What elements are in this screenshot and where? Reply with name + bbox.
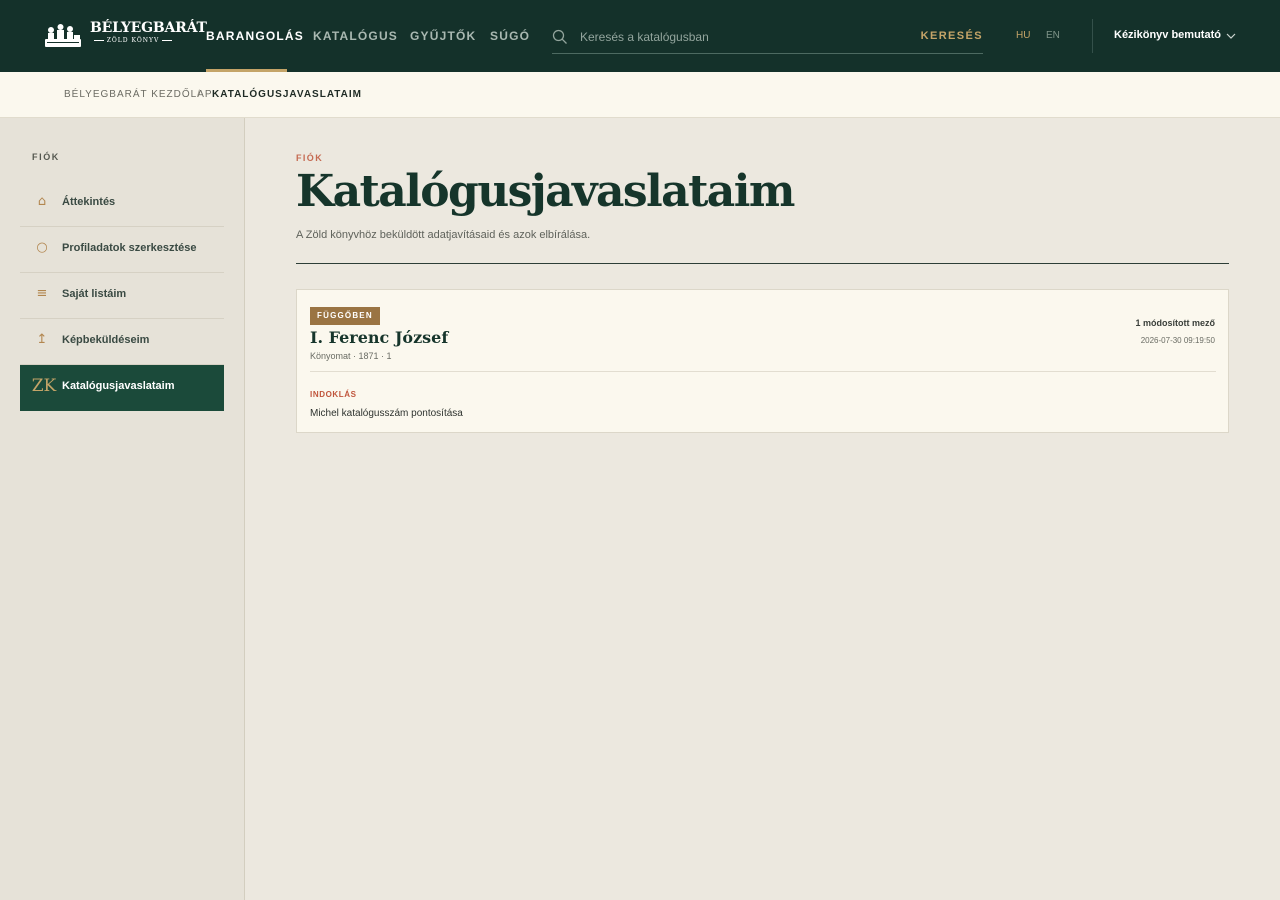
search-icon	[552, 29, 567, 44]
circle-icon: ○	[36, 240, 48, 255]
list-icon: ≡	[36, 286, 48, 301]
sidebar-item-image-submissions[interactable]: ↥ Képbeküldéseim	[20, 319, 224, 365]
site-logo[interactable]: BÉLYEGBARÁT ZÖLD KÖNYV	[44, 18, 207, 52]
changed-fields-count: 1 módosított mező	[1135, 318, 1215, 328]
sidebar-item-label: Áttekintés	[62, 196, 116, 208]
suggestion-meta: Könyomat · 1871 · 1	[310, 351, 392, 361]
breadcrumb: BÉLYEGBARÁT KEZDŐLAP / KATALÓGUSJAVASLAT…	[0, 72, 1280, 118]
sidebar-item-label: Profiladatok szerkesztése	[62, 242, 197, 254]
language-en[interactable]: EN	[1046, 30, 1060, 41]
stamp-collectors-logo-icon	[45, 24, 81, 47]
suggestion-timestamp: 2026-07-30 09:19:50	[1140, 336, 1215, 345]
search-button[interactable]: KERESÉS	[921, 30, 983, 42]
sidebar-item-profile[interactable]: ○ Profiladatok szerkesztése	[20, 227, 224, 273]
sidebar-item-label: Saját listáim	[62, 288, 127, 300]
page-kicker: FIÓK	[296, 153, 324, 163]
nav-sugo[interactable]: SÚGÓ	[490, 29, 530, 43]
upload-icon: ↥	[36, 332, 48, 347]
logo-subtitle: ZÖLD KÖNYV	[90, 37, 176, 44]
sidebar-heading: FIÓK	[32, 152, 60, 162]
sidebar-item-label: Katalógusjavaslataim	[62, 380, 175, 392]
sidebar-item-label: Képbeküldéseim	[62, 334, 150, 346]
reason-label: INDOKLÁS	[310, 390, 357, 399]
title-divider	[296, 263, 1229, 264]
status-badge: FÜGGŐBEN	[310, 307, 380, 325]
sidebar-item-overview[interactable]: ⌂ Áttekintés	[20, 181, 224, 227]
suggestion-title: I. Ferenc József	[310, 328, 449, 347]
reason-text: Michel katalógusszám pontosítása	[310, 408, 463, 419]
card-divider	[310, 371, 1216, 372]
page-description: A Zöld könyvhöz beküldött adatjavításaid…	[296, 229, 591, 241]
top-navbar: BÉLYEGBARÁT ZÖLD KÖNYV BARANGOLÁS KATALÓ…	[0, 0, 1280, 72]
sidebar-item-lists[interactable]: ≡ Saját listáim	[20, 273, 224, 319]
zk-monogram-icon: ZK	[31, 376, 57, 396]
house-icon: ⌂	[37, 194, 47, 209]
search-bar: KERESÉS	[552, 22, 983, 54]
logo-title: BÉLYEGBARÁT	[90, 20, 207, 36]
breadcrumb-separator: /	[197, 89, 201, 100]
nav-gyujtok[interactable]: GYŰJTŐK	[410, 29, 476, 43]
breadcrumb-home-link[interactable]: BÉLYEGBARÁT KEZDŐLAP	[64, 89, 213, 100]
guide-dropdown[interactable]: Kézikönyv bemutató	[1114, 29, 1221, 41]
page-title: Katalógusjavaslataim	[296, 166, 795, 217]
breadcrumb-current: KATALÓGUSJAVASLATAIM	[212, 89, 362, 100]
nav-katalogus[interactable]: KATALÓGUS	[313, 29, 398, 43]
nav-barangolas[interactable]: BARANGOLÁS	[206, 29, 304, 43]
search-input[interactable]	[580, 27, 900, 47]
account-sidebar: FIÓK ⌂ Áttekintés ○ Profiladatok szerkes…	[0, 118, 245, 900]
sidebar-item-catalog-suggestions[interactable]: ZK Katalógusjavaslataim	[20, 365, 224, 411]
language-hu[interactable]: HU	[1016, 30, 1030, 41]
header-divider	[1092, 19, 1093, 53]
chevron-down-icon[interactable]	[1225, 30, 1237, 42]
suggestion-card[interactable]: FÜGGŐBEN I. Ferenc József Könyomat · 187…	[296, 289, 1229, 433]
